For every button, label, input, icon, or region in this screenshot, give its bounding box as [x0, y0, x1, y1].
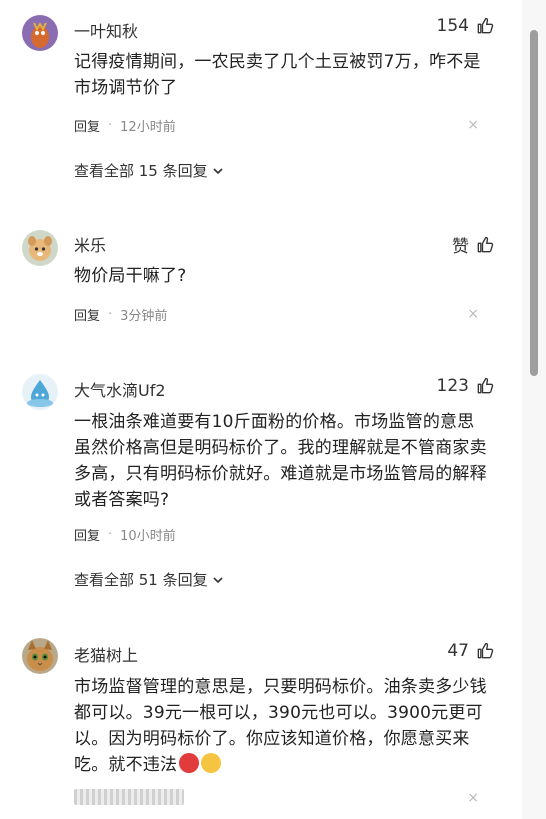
thumbs-up-icon: [477, 17, 494, 34]
comment-meta: 回复 · 10小时前: [74, 525, 176, 544]
thumbs-up-icon: [477, 642, 494, 659]
commenter-name[interactable]: 米乐: [74, 232, 106, 256]
like-count: 123: [436, 376, 469, 396]
view-all-replies[interactable]: 查看全部 51 条回复: [74, 569, 224, 590]
comment-last-line: 吃。就不违法: [74, 752, 494, 778]
scrollbar-thumb[interactable]: [530, 30, 538, 376]
chevron-down-icon: [213, 576, 223, 583]
comment-text: 记得疫情期间，一农民卖了几个土豆被罚7万，咋不是 市场调节价了: [74, 52, 481, 98]
avatar-image: [22, 15, 58, 51]
timestamp: 12小时前: [120, 120, 176, 135]
view-all-replies-label: 查看全部 51 条回复: [74, 571, 208, 589]
comment-meta: 回复 · 3分钟前: [74, 305, 167, 324]
like-button[interactable]: 赞: [452, 232, 495, 257]
timestamp: 3分钟前: [120, 309, 168, 324]
avatar-image: [22, 374, 58, 410]
timestamp: 10小时前: [120, 529, 176, 544]
close-icon[interactable]: ×: [467, 117, 479, 133]
avatar-image: [22, 230, 58, 266]
thumbs-up-icon: [477, 377, 494, 394]
fearful-face-emoji-icon: [201, 753, 222, 773]
reply-button[interactable]: 回复: [74, 525, 100, 544]
like-button[interactable]: 47: [447, 641, 495, 661]
separator-dot: ·: [108, 527, 113, 542]
avatar-image: [22, 638, 58, 674]
reply-button[interactable]: 回复: [74, 305, 100, 324]
commenter-name[interactable]: 一叶知秋: [74, 18, 138, 42]
angry-face-emoji-icon: [179, 753, 200, 773]
view-all-replies-label: 查看全部 15 条回复: [74, 162, 208, 180]
like-count: 赞: [452, 237, 469, 257]
avatar[interactable]: [22, 230, 58, 266]
separator-dot: ·: [108, 118, 113, 133]
commenter-name[interactable]: 大气水滴Uf2: [74, 377, 166, 401]
comment-text: 物价局干嘛了?: [74, 266, 187, 286]
comment-meta: 回复 · 12小时前: [74, 116, 176, 135]
like-button[interactable]: 154: [437, 16, 495, 36]
comment-text: 市场监督管理的意思是，只要明码标价。油条卖多少钱 都可以。39元一根可以，390…: [74, 674, 494, 778]
comment-text: 一根油条难道要有10斤面粉的价格。市场监管的意思 虽然价格高但是明码标价了。我的…: [74, 412, 487, 510]
reply-button[interactable]: 回复: [74, 116, 100, 135]
separator-dot: ·: [108, 307, 113, 322]
like-count: 154: [436, 16, 469, 36]
avatar[interactable]: [22, 638, 58, 674]
chevron-down-icon: [213, 167, 223, 174]
blurred-meta-text: [74, 789, 184, 805]
close-icon[interactable]: ×: [467, 790, 479, 806]
avatar[interactable]: [22, 374, 58, 410]
close-icon[interactable]: ×: [467, 306, 479, 322]
view-all-replies[interactable]: 查看全部 15 条回复: [74, 160, 224, 181]
like-button[interactable]: 123: [437, 376, 495, 396]
commenter-name[interactable]: 老猫树上: [74, 642, 138, 666]
avatar[interactable]: [22, 15, 58, 51]
like-count: 47: [447, 641, 469, 661]
thumbs-up-icon: [477, 236, 494, 252]
